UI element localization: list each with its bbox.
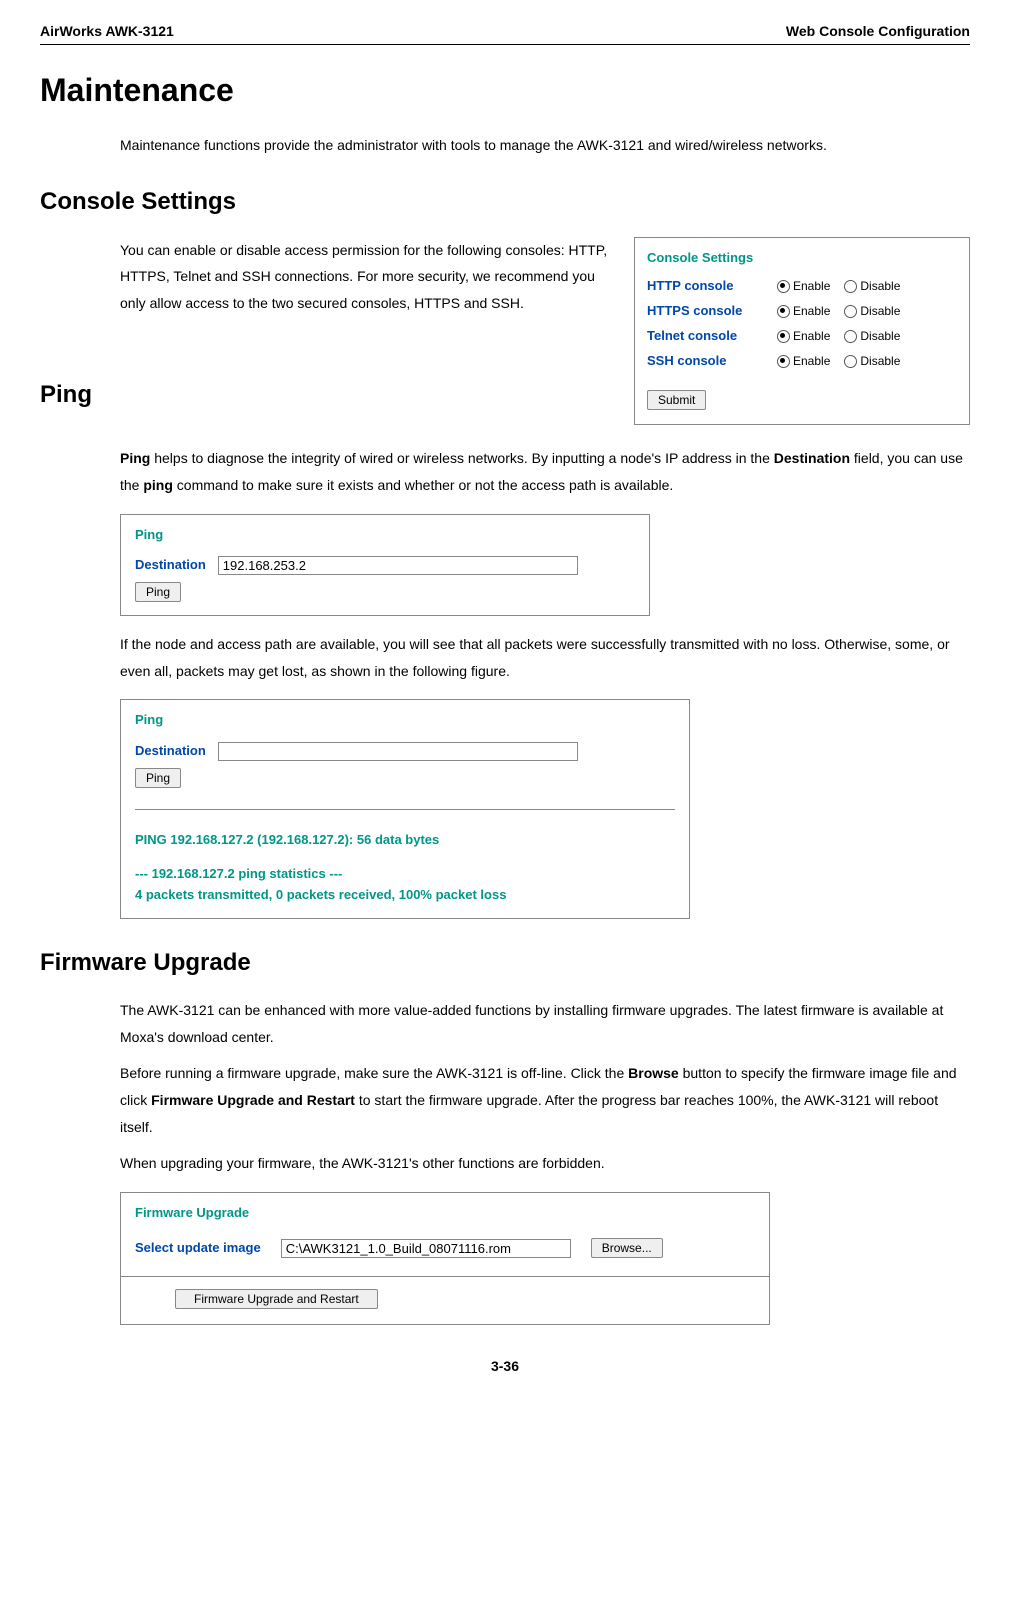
console-label: Telnet console xyxy=(647,326,777,347)
console-settings-heading: Console Settings xyxy=(40,183,970,221)
ping-panel-title: Ping xyxy=(135,710,675,731)
header-right: Web Console Configuration xyxy=(786,20,970,42)
console-label: SSH console xyxy=(647,351,777,372)
console-row-http: HTTP console Enable Disable xyxy=(647,276,957,297)
fw-text-2: Before running a firmware upgrade, make … xyxy=(120,1060,970,1140)
console-label: HTTPS console xyxy=(647,301,777,322)
ping-output-line: PING 192.168.127.2 (192.168.127.2): 56 d… xyxy=(135,830,675,851)
page-number: 3-36 xyxy=(40,1355,970,1377)
ping-output-line: --- 192.168.127.2 ping statistics --- xyxy=(135,864,675,885)
console-label: HTTP console xyxy=(647,276,777,297)
ping-button[interactable]: Ping xyxy=(135,582,181,602)
radio-disable[interactable]: Disable xyxy=(844,327,900,346)
fw-panel-title: Firmware Upgrade xyxy=(135,1203,755,1224)
browse-button[interactable]: Browse... xyxy=(591,1238,663,1258)
radio-enable[interactable]: Enable xyxy=(777,327,830,346)
ping-output: PING 192.168.127.2 (192.168.127.2): 56 d… xyxy=(135,809,675,906)
destination-input[interactable] xyxy=(218,556,578,575)
intro-text: Maintenance functions provide the admini… xyxy=(120,132,970,159)
fw-text-3: When upgrading your firmware, the AWK-31… xyxy=(120,1150,970,1177)
console-row-ssh: SSH console Enable Disable xyxy=(647,351,957,372)
console-row-https: HTTPS console Enable Disable xyxy=(647,301,957,322)
image-path-input[interactable] xyxy=(281,1239,571,1258)
upgrade-restart-button[interactable]: Firmware Upgrade and Restart xyxy=(175,1289,378,1309)
page-title: Maintenance xyxy=(40,65,970,116)
firmware-upgrade-heading: Firmware Upgrade xyxy=(40,944,970,982)
radio-enable[interactable]: Enable xyxy=(777,352,830,371)
destination-label: Destination xyxy=(135,555,206,576)
radio-enable[interactable]: Enable xyxy=(777,277,830,296)
fw-text-1: The AWK-3121 can be enhanced with more v… xyxy=(120,997,970,1050)
ping-button[interactable]: Ping xyxy=(135,768,181,788)
ping-output-line: 4 packets transmitted, 0 packets receive… xyxy=(135,885,675,906)
destination-label: Destination xyxy=(135,741,206,762)
radio-enable[interactable]: Enable xyxy=(777,302,830,321)
ping-text-1: Ping helps to diagnose the integrity of … xyxy=(120,445,970,498)
ping-panel-title: Ping xyxy=(135,525,635,546)
submit-button[interactable]: Submit xyxy=(647,390,706,410)
radio-disable[interactable]: Disable xyxy=(844,302,900,321)
header-left: AirWorks AWK-3121 xyxy=(40,20,174,42)
firmware-upgrade-panel: Firmware Upgrade Select update image Bro… xyxy=(120,1192,770,1325)
console-row-telnet: Telnet console Enable Disable xyxy=(647,326,957,347)
radio-disable[interactable]: Disable xyxy=(844,352,900,371)
ping-text-2: If the node and access path are availabl… xyxy=(120,631,970,684)
console-settings-title: Console Settings xyxy=(647,248,957,269)
destination-input[interactable] xyxy=(218,742,578,761)
console-settings-panel: Console Settings HTTP console Enable Dis… xyxy=(634,237,970,426)
select-image-label: Select update image xyxy=(135,1238,261,1259)
ping-panel-2: Ping Destination Ping PING 192.168.127.2… xyxy=(120,699,690,919)
ping-panel-1: Ping Destination Ping xyxy=(120,514,650,616)
radio-disable[interactable]: Disable xyxy=(844,277,900,296)
